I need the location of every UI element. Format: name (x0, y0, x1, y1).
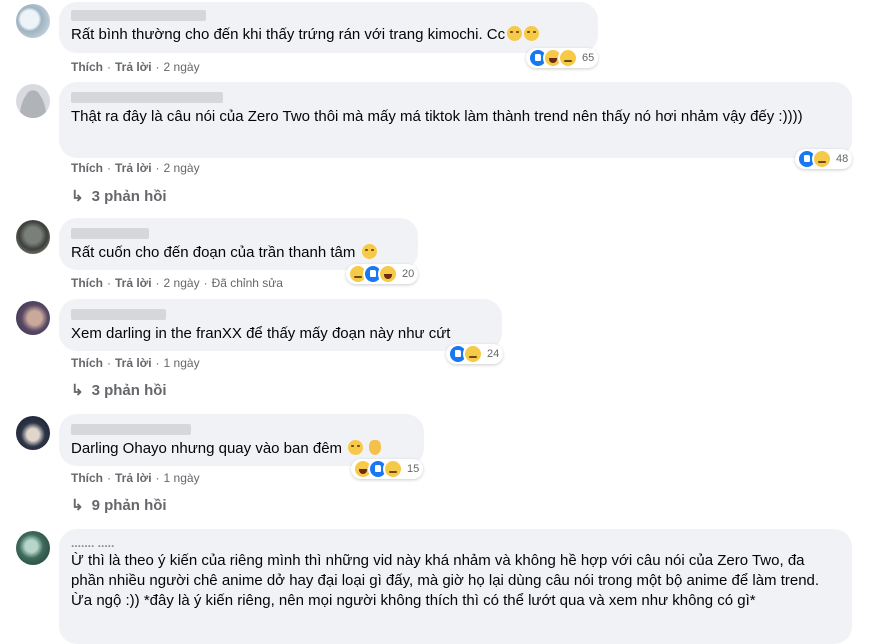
commenter-name-redacted[interactable] (71, 92, 223, 103)
view-replies-link[interactable]: ↳ 9 phản hồi (71, 496, 167, 515)
worried-face-emoji (361, 244, 377, 259)
commenter-avatar[interactable] (16, 301, 50, 335)
pensive-face-emoji (524, 26, 540, 41)
commenter-avatar[interactable] (16, 220, 50, 254)
reply-link[interactable]: Trả lời (115, 276, 152, 290)
ok-hand-emoji (369, 440, 382, 455)
reaction-count: 20 (402, 268, 415, 280)
commenter-name-redacted[interactable] (71, 309, 166, 320)
reaction-count: 65 (582, 52, 595, 64)
comment-bubble: Thật ra đây là câu nói của Zero Two thôi… (59, 82, 852, 158)
comment-bubble: ....... ..... Ừ thì là theo ý kiến của r… (59, 529, 852, 644)
haha-reaction-icon (378, 264, 398, 284)
comment-actions: Thích · Trả lời · 2 ngày (71, 60, 200, 74)
comment-text: Darling Ohayo nhưng quay vào ban đêm (71, 440, 343, 457)
commenter-name-redacted[interactable] (71, 424, 191, 435)
comment-actions: Thích · Trả lời · 2 ngày (71, 161, 200, 175)
comment-text: Xem darling in the franXX để thấy mấy đo… (71, 325, 451, 342)
reaction-summary[interactable]: 65 (526, 48, 599, 68)
smirk-face-emoji (348, 440, 364, 455)
commenter-name-redacted[interactable] (71, 10, 206, 21)
comment-timestamp[interactable]: 2 ngày (164, 60, 200, 74)
sad-reaction-icon (558, 48, 578, 68)
like-link[interactable]: Thích (71, 276, 103, 290)
comment-actions: Thích · Trả lời · 2 ngày · Đã chỉnh sửa (71, 276, 283, 290)
reply-link[interactable]: Trả lời (115, 161, 152, 175)
reaction-summary[interactable]: 48 (795, 149, 853, 169)
comment-timestamp[interactable]: 1 ngày (164, 356, 200, 370)
like-link[interactable]: Thích (71, 471, 103, 485)
reaction-summary[interactable]: 24 (446, 344, 504, 364)
reply-link[interactable]: Trả lời (115, 356, 152, 370)
comment-bubble: Rất bình thường cho đến khi thấy trứng r… (59, 2, 598, 53)
sad-reaction-icon (812, 149, 832, 169)
sad-reaction-icon (383, 459, 403, 479)
reply-arrow-icon: ↳ (71, 497, 84, 514)
comment-text: Ừ thì là theo ý kiến của riêng mình thì … (71, 552, 820, 609)
commenter-avatar[interactable] (16, 531, 50, 565)
comment-text: Rất cuốn cho đến đoạn của trần thanh tâm (71, 244, 356, 261)
view-replies-link[interactable]: ↳ 3 phản hồi (71, 187, 167, 206)
reply-arrow-icon: ↳ (71, 188, 84, 205)
comment-timestamp[interactable]: 2 ngày (164, 161, 200, 175)
comment-actions: Thích · Trả lời · 1 ngày (71, 471, 200, 485)
reaction-count: 24 (487, 348, 500, 360)
reaction-count: 15 (407, 463, 420, 475)
reply-link[interactable]: Trả lời (115, 471, 152, 485)
reply-link[interactable]: Trả lời (115, 60, 152, 74)
reaction-summary[interactable]: 20 (346, 264, 419, 284)
commenter-avatar[interactable] (16, 4, 50, 38)
sad-reaction-icon (463, 344, 483, 364)
commenter-avatar[interactable] (16, 84, 50, 118)
commenter-avatar[interactable] (16, 416, 50, 450)
comment-actions: Thích · Trả lời · 1 ngày (71, 356, 200, 370)
like-link[interactable]: Thích (71, 60, 103, 74)
comment-text: Thật ra đây là câu nói của Zero Two thôi… (71, 108, 803, 125)
comment-bubble: Rất cuốn cho đến đoạn của trần thanh tâm (59, 218, 418, 270)
comment-bubble: Xem darling in the franXX để thấy mấy đo… (59, 299, 502, 351)
view-replies-link[interactable]: ↳ 3 phản hồi (71, 381, 167, 400)
pensive-face-emoji (507, 26, 523, 41)
edited-label[interactable]: Đã chỉnh sửa (212, 276, 283, 290)
comment-timestamp[interactable]: 1 ngày (164, 471, 200, 485)
reply-arrow-icon: ↳ (71, 382, 84, 399)
comment-timestamp[interactable]: 2 ngày (164, 276, 200, 290)
comment-text: Rất bình thường cho đến khi thấy trứng r… (71, 26, 506, 43)
commenter-name-redacted[interactable] (71, 228, 149, 239)
like-link[interactable]: Thích (71, 161, 103, 175)
commenter-name[interactable]: ....... ..... (71, 537, 840, 549)
like-link[interactable]: Thích (71, 356, 103, 370)
reaction-summary[interactable]: 15 (351, 459, 424, 479)
reaction-count: 48 (836, 153, 849, 165)
